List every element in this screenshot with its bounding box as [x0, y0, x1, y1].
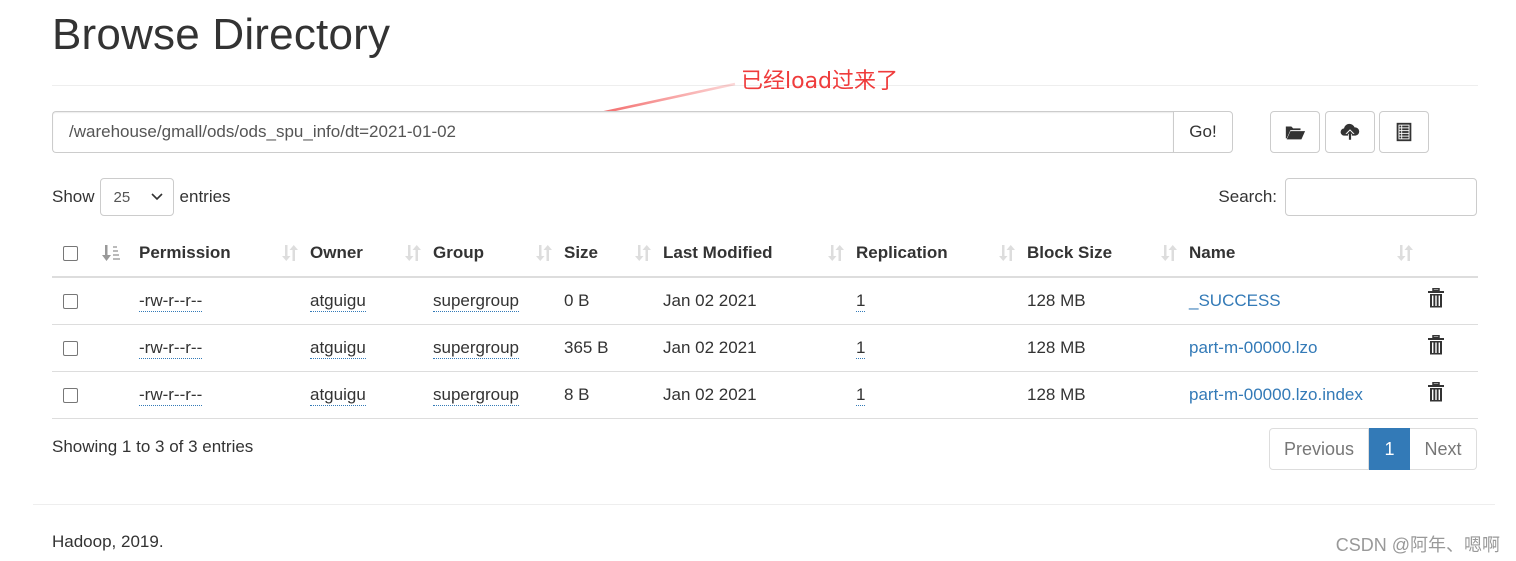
replication-cell[interactable]: 1	[856, 384, 866, 406]
select-all-checkbox[interactable]	[63, 245, 78, 261]
upload-files-button[interactable]	[1325, 111, 1375, 153]
next-page-button[interactable]: Next	[1410, 428, 1477, 470]
trash-icon[interactable]	[1427, 287, 1445, 308]
sort-icon	[635, 244, 651, 261]
page-title: Browse Directory	[52, 10, 391, 59]
column-header-name[interactable]: Name	[1189, 229, 1425, 278]
footer-text: Hadoop, 2019.	[52, 532, 164, 551]
column-header-last-modified[interactable]: Last Modified	[663, 229, 856, 278]
replication-cell[interactable]: 1	[856, 290, 866, 312]
table-row: -rw-r--r-- atguigu supergroup 365 B Jan …	[52, 324, 1478, 372]
trash-icon[interactable]	[1427, 334, 1445, 355]
sort-icon	[828, 244, 844, 261]
column-header-block-size[interactable]: Block Size	[1027, 229, 1189, 278]
annotation-text: 已经load过来了	[741, 69, 899, 94]
sort-icon	[1397, 244, 1413, 261]
select-all-cell	[52, 229, 96, 278]
trash-icon[interactable]	[1427, 381, 1445, 402]
search-input[interactable]	[1285, 178, 1477, 216]
table-header-row: Permission Owner Group Size Last Modifie…	[52, 229, 1478, 278]
search-label: Search:	[1218, 187, 1277, 206]
column-header-replication[interactable]: Replication	[856, 229, 1027, 278]
pagination: Previous 1 Next	[1269, 428, 1477, 470]
owner-cell[interactable]: atguigu	[310, 290, 366, 312]
sort-icon	[1161, 244, 1177, 261]
replication-cell[interactable]: 1	[856, 337, 866, 359]
chevron-down-icon	[150, 193, 163, 201]
file-name-link[interactable]: part-m-00000.lzo.index	[1189, 385, 1363, 404]
size-cell: 8 B	[564, 371, 663, 419]
page-length-select[interactable]: 25	[99, 178, 174, 216]
previous-page-button[interactable]: Previous	[1269, 428, 1369, 470]
owner-cell[interactable]: atguigu	[310, 337, 366, 359]
permission-cell[interactable]: -rw-r--r--	[139, 384, 203, 406]
path-bar: Go!	[52, 111, 1233, 153]
page-length-control: Show 25 entries	[52, 178, 231, 216]
show-label: Show	[52, 187, 95, 206]
entries-label: entries	[179, 187, 231, 206]
sort-icon	[536, 244, 552, 261]
group-cell[interactable]: supergroup	[433, 290, 520, 312]
column-header-size[interactable]: Size	[564, 229, 663, 278]
sort-icon	[282, 244, 298, 261]
size-cell: 0 B	[564, 277, 663, 325]
go-button[interactable]: Go!	[1173, 111, 1233, 153]
block-size-cell: 128 MB	[1027, 277, 1189, 325]
block-size-cell: 128 MB	[1027, 324, 1189, 372]
folder-open-icon	[1285, 126, 1306, 140]
row-checkbox[interactable]	[63, 340, 78, 356]
last-modified-cell: Jan 02 2021	[663, 324, 856, 372]
sort-icon	[405, 244, 421, 261]
cut-paste-button[interactable]	[1379, 111, 1429, 153]
file-table: Permission Owner Group Size Last Modifie…	[52, 229, 1478, 419]
file-name-link[interactable]: _SUCCESS	[1189, 291, 1281, 310]
last-modified-cell: Jan 02 2021	[663, 371, 856, 419]
create-directory-button[interactable]	[1270, 111, 1320, 153]
permission-cell[interactable]: -rw-r--r--	[139, 337, 203, 359]
table-row: -rw-r--r-- atguigu supergroup 0 B Jan 02…	[52, 277, 1478, 325]
owner-cell[interactable]: atguigu	[310, 384, 366, 406]
path-input[interactable]	[52, 111, 1173, 153]
column-header-owner[interactable]: Owner	[310, 229, 433, 278]
row-checkbox[interactable]	[63, 293, 78, 309]
watermark: CSDN @阿年、嗯啊	[1335, 535, 1500, 555]
footer-divider	[33, 504, 1495, 505]
actions-header	[1425, 229, 1478, 278]
default-sort-header[interactable]	[96, 229, 139, 278]
row-checkbox[interactable]	[63, 387, 78, 403]
page-length-value: 25	[113, 188, 131, 206]
cloud-upload-icon	[1340, 123, 1360, 141]
group-cell[interactable]: supergroup	[433, 384, 520, 406]
table-info: Showing 1 to 3 of 3 entries	[52, 437, 254, 456]
group-cell[interactable]: supergroup	[433, 337, 520, 359]
permission-cell[interactable]: -rw-r--r--	[139, 290, 203, 312]
size-cell: 365 B	[564, 324, 663, 372]
table-row: -rw-r--r-- atguigu supergroup 8 B Jan 02…	[52, 371, 1478, 419]
file-name-link[interactable]: part-m-00000.lzo	[1189, 338, 1318, 357]
sort-ascending-icon	[102, 244, 120, 261]
block-size-cell: 128 MB	[1027, 371, 1189, 419]
column-header-permission[interactable]: Permission	[139, 229, 310, 278]
last-modified-cell: Jan 02 2021	[663, 277, 856, 325]
column-header-group[interactable]: Group	[433, 229, 564, 278]
search-control: Search:	[1218, 178, 1477, 216]
page-1-button[interactable]: 1	[1369, 428, 1410, 470]
sort-icon	[999, 244, 1015, 261]
list-icon	[1396, 122, 1412, 142]
